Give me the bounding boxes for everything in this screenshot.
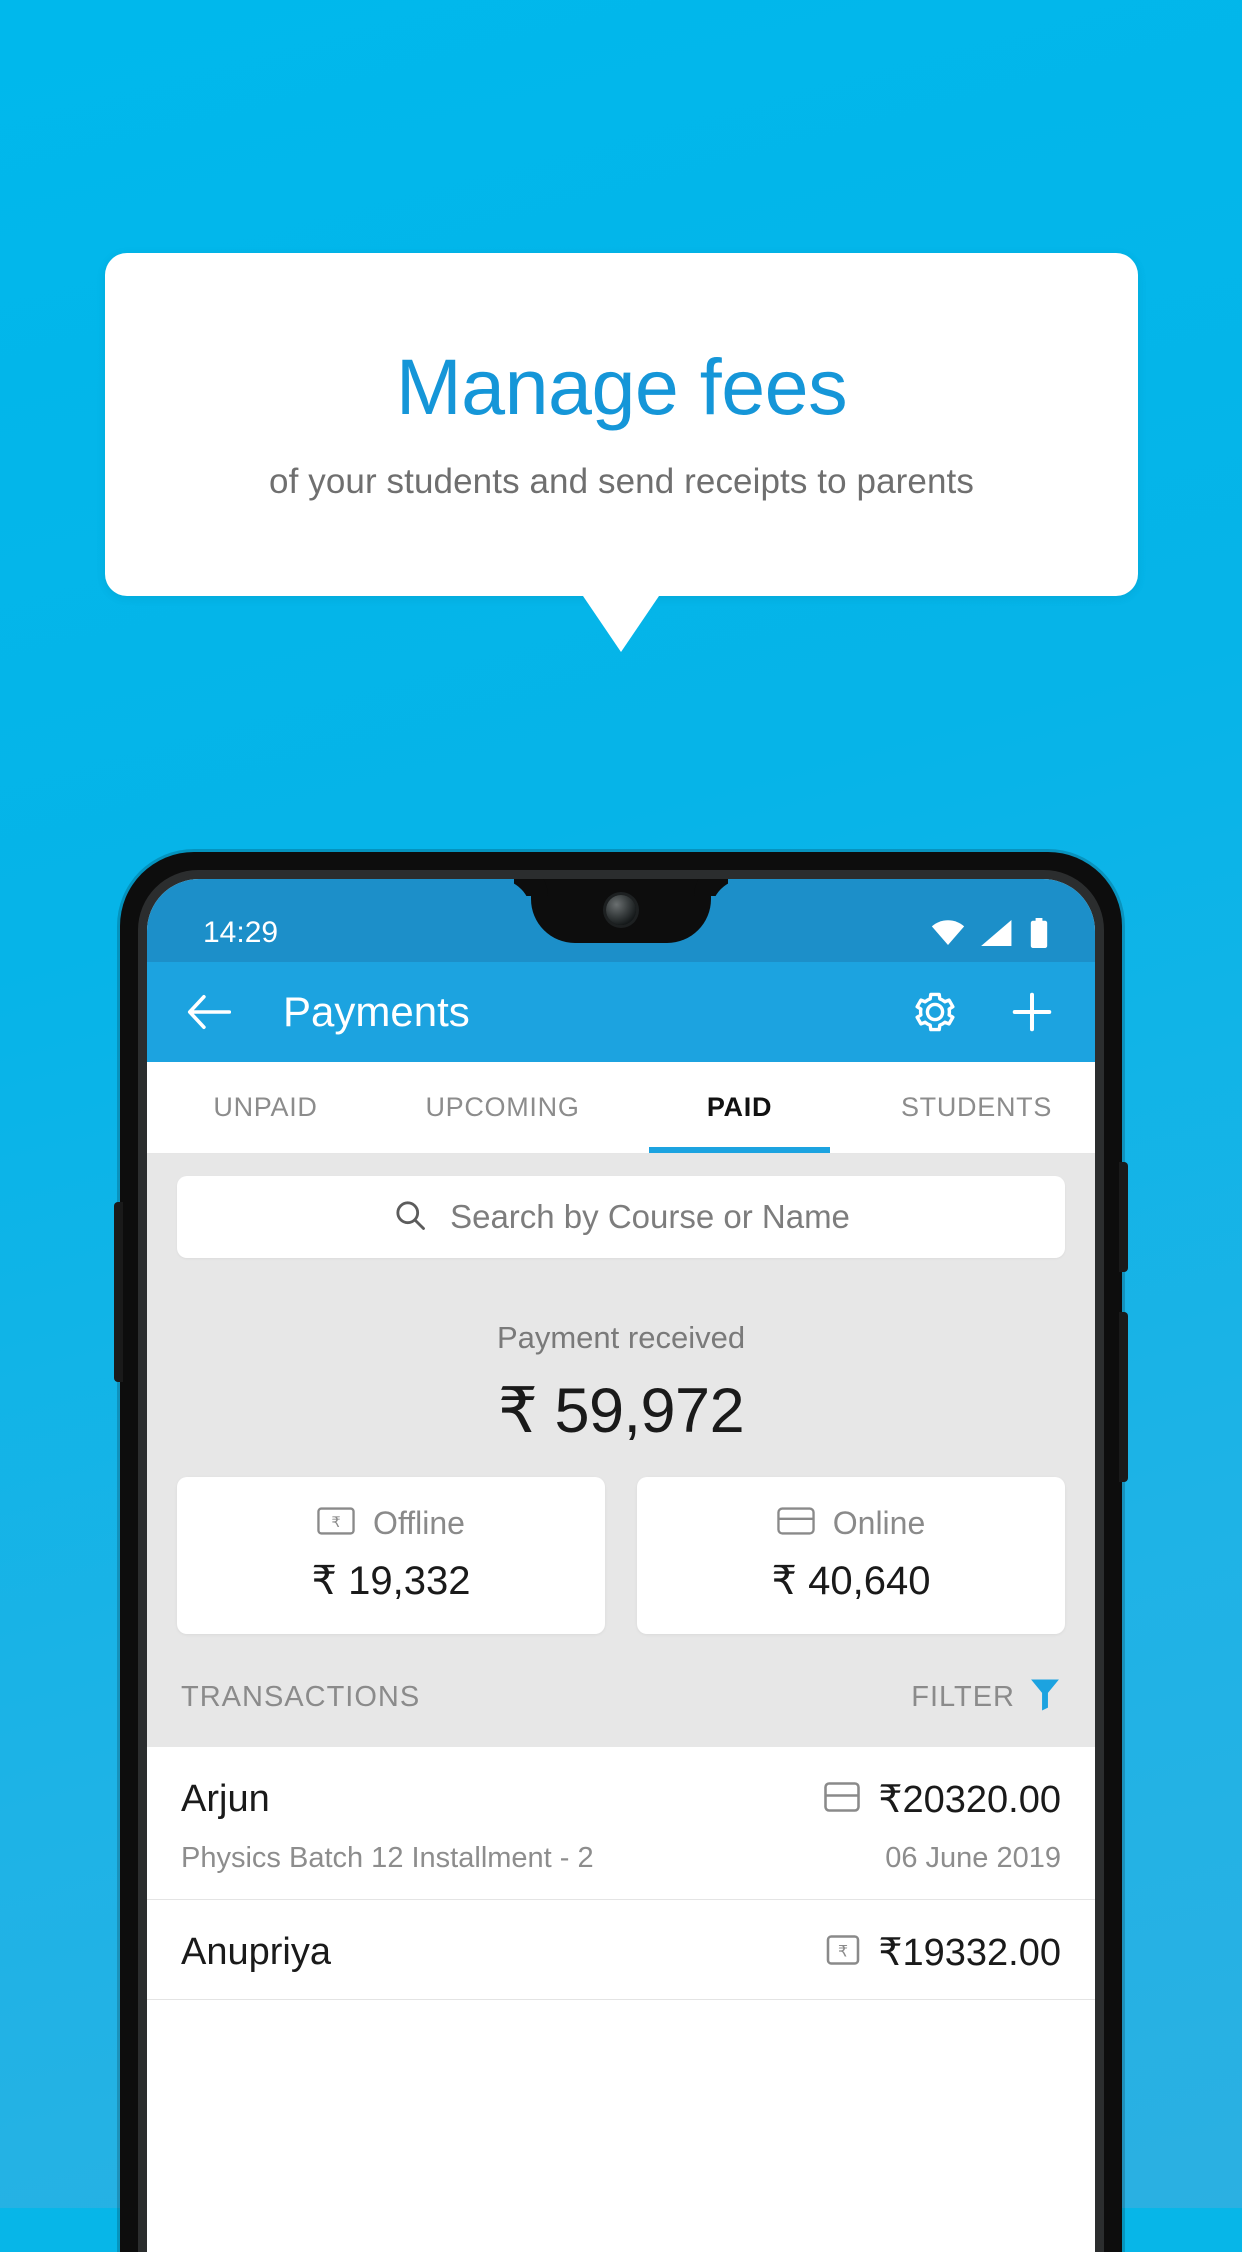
funnel-icon — [1029, 1678, 1061, 1717]
online-payment-card[interactable]: Online ₹ 40,640 — [637, 1477, 1065, 1634]
credit-card-icon — [824, 1782, 861, 1817]
table-row[interactable]: Arjun ₹20320.00 Physics Batch 12 Install… — [147, 1747, 1095, 1900]
promo-callout-tail — [583, 596, 659, 652]
promo-title: Manage fees — [395, 342, 848, 431]
offline-card-label: Offline — [373, 1505, 465, 1541]
status-bar: 14:29 — [147, 879, 1095, 962]
offline-payment-card[interactable]: ₹ Offline ₹ 19,332 — [177, 1477, 605, 1634]
cash-rupee-icon: ₹ — [826, 1935, 860, 1970]
svg-text:₹: ₹ — [331, 1514, 340, 1531]
search-icon — [392, 1197, 428, 1238]
transaction-amount: ₹19332.00 — [878, 1932, 1061, 1974]
tab-upcoming[interactable]: UPCOMING — [384, 1062, 621, 1153]
summary-label: Payment received — [496, 1320, 746, 1355]
transaction-primary-line: Arjun ₹20320.00 — [181, 1777, 1061, 1822]
credit-card-icon — [777, 1507, 815, 1540]
transaction-date: 06 June 2019 — [885, 1842, 1061, 1874]
transaction-secondary-line: Physics Batch 12 Installment - 2 06 June… — [181, 1842, 1061, 1875]
app-bar: Payments — [147, 962, 1095, 1062]
table-row[interactable]: Anupriya ₹ ₹19332.00 — [147, 1900, 1095, 2000]
online-card-amount: ₹ 40,640 — [771, 1559, 931, 1603]
plus-icon[interactable] — [1009, 989, 1055, 1035]
offline-card-amount: ₹ 19,332 — [311, 1559, 471, 1603]
phone-device-frame: 14:29 Payments UNPAID UPCOMING PAID STUD… — [114, 852, 1128, 2252]
summary-amount: ₹ 59,972 — [497, 1376, 745, 1446]
gear-icon[interactable] — [911, 988, 959, 1036]
wifi-icon — [931, 919, 965, 946]
search-input[interactable]: Search by Course or Name — [177, 1176, 1065, 1258]
transaction-primary-line: Anupriya ₹ ₹19332.00 — [181, 1930, 1061, 1975]
tab-students[interactable]: STUDENTS — [858, 1062, 1095, 1153]
phone-volume-button[interactable] — [1119, 1312, 1128, 1482]
phone-power-button[interactable] — [1119, 1162, 1128, 1272]
online-card-header: Online — [647, 1505, 1055, 1542]
transactions-header: TRANSACTIONS FILTER — [147, 1634, 1095, 1747]
transaction-name: Anupriya — [181, 1931, 331, 1973]
filter-label: FILTER — [911, 1681, 1015, 1713]
transaction-description: Physics Batch 12 Installment - 2 — [181, 1842, 594, 1874]
battery-icon — [1029, 917, 1049, 948]
payment-method-cards: ₹ Offline ₹ 19,332 Online ₹ 40,640 — [147, 1473, 1095, 1634]
phone-screen: 14:29 Payments UNPAID UPCOMING PAID STUD… — [147, 879, 1095, 2252]
transaction-list: Arjun ₹20320.00 Physics Batch 12 Install… — [147, 1747, 1095, 2000]
phone-assistant-button[interactable] — [114, 1202, 123, 1382]
page-title: Payments — [283, 988, 470, 1035]
svg-text:₹: ₹ — [838, 1941, 848, 1960]
search-section: Search by Course or Name — [147, 1154, 1095, 1276]
offline-card-header: ₹ Offline — [187, 1505, 595, 1542]
tab-paid[interactable]: PAID — [621, 1062, 858, 1153]
promo-subtitle: of your students and send receipts to pa… — [269, 462, 974, 501]
front-camera-icon — [606, 895, 636, 925]
status-bar-clock: 14:29 — [203, 915, 279, 949]
transaction-name: Arjun — [181, 1778, 270, 1820]
signal-icon — [981, 919, 1013, 946]
transaction-amount: ₹20320.00 — [878, 1779, 1061, 1821]
screen-content: Search by Course or Name Payment receive… — [147, 1154, 1095, 2000]
promo-callout-card: Manage fees of your students and send re… — [105, 253, 1138, 596]
online-card-label: Online — [832, 1505, 926, 1541]
transactions-title: TRANSACTIONS — [181, 1681, 421, 1713]
back-arrow-icon[interactable] — [187, 994, 231, 1030]
tab-unpaid[interactable]: UNPAID — [147, 1062, 384, 1153]
app-bar-actions — [911, 988, 1055, 1036]
cash-rupee-icon: ₹ — [317, 1507, 355, 1540]
transaction-amount-group: ₹20320.00 — [824, 1777, 1061, 1822]
tab-bar: UNPAID UPCOMING PAID STUDENTS — [147, 1062, 1095, 1154]
transaction-amount-group: ₹ ₹19332.00 — [826, 1930, 1061, 1975]
payment-summary: Payment received ₹ 59,972 — [147, 1276, 1095, 1473]
filter-button[interactable]: FILTER — [911, 1678, 1061, 1717]
status-bar-icons — [931, 917, 1049, 948]
search-placeholder-text: Search by Course or Name — [450, 1198, 850, 1235]
